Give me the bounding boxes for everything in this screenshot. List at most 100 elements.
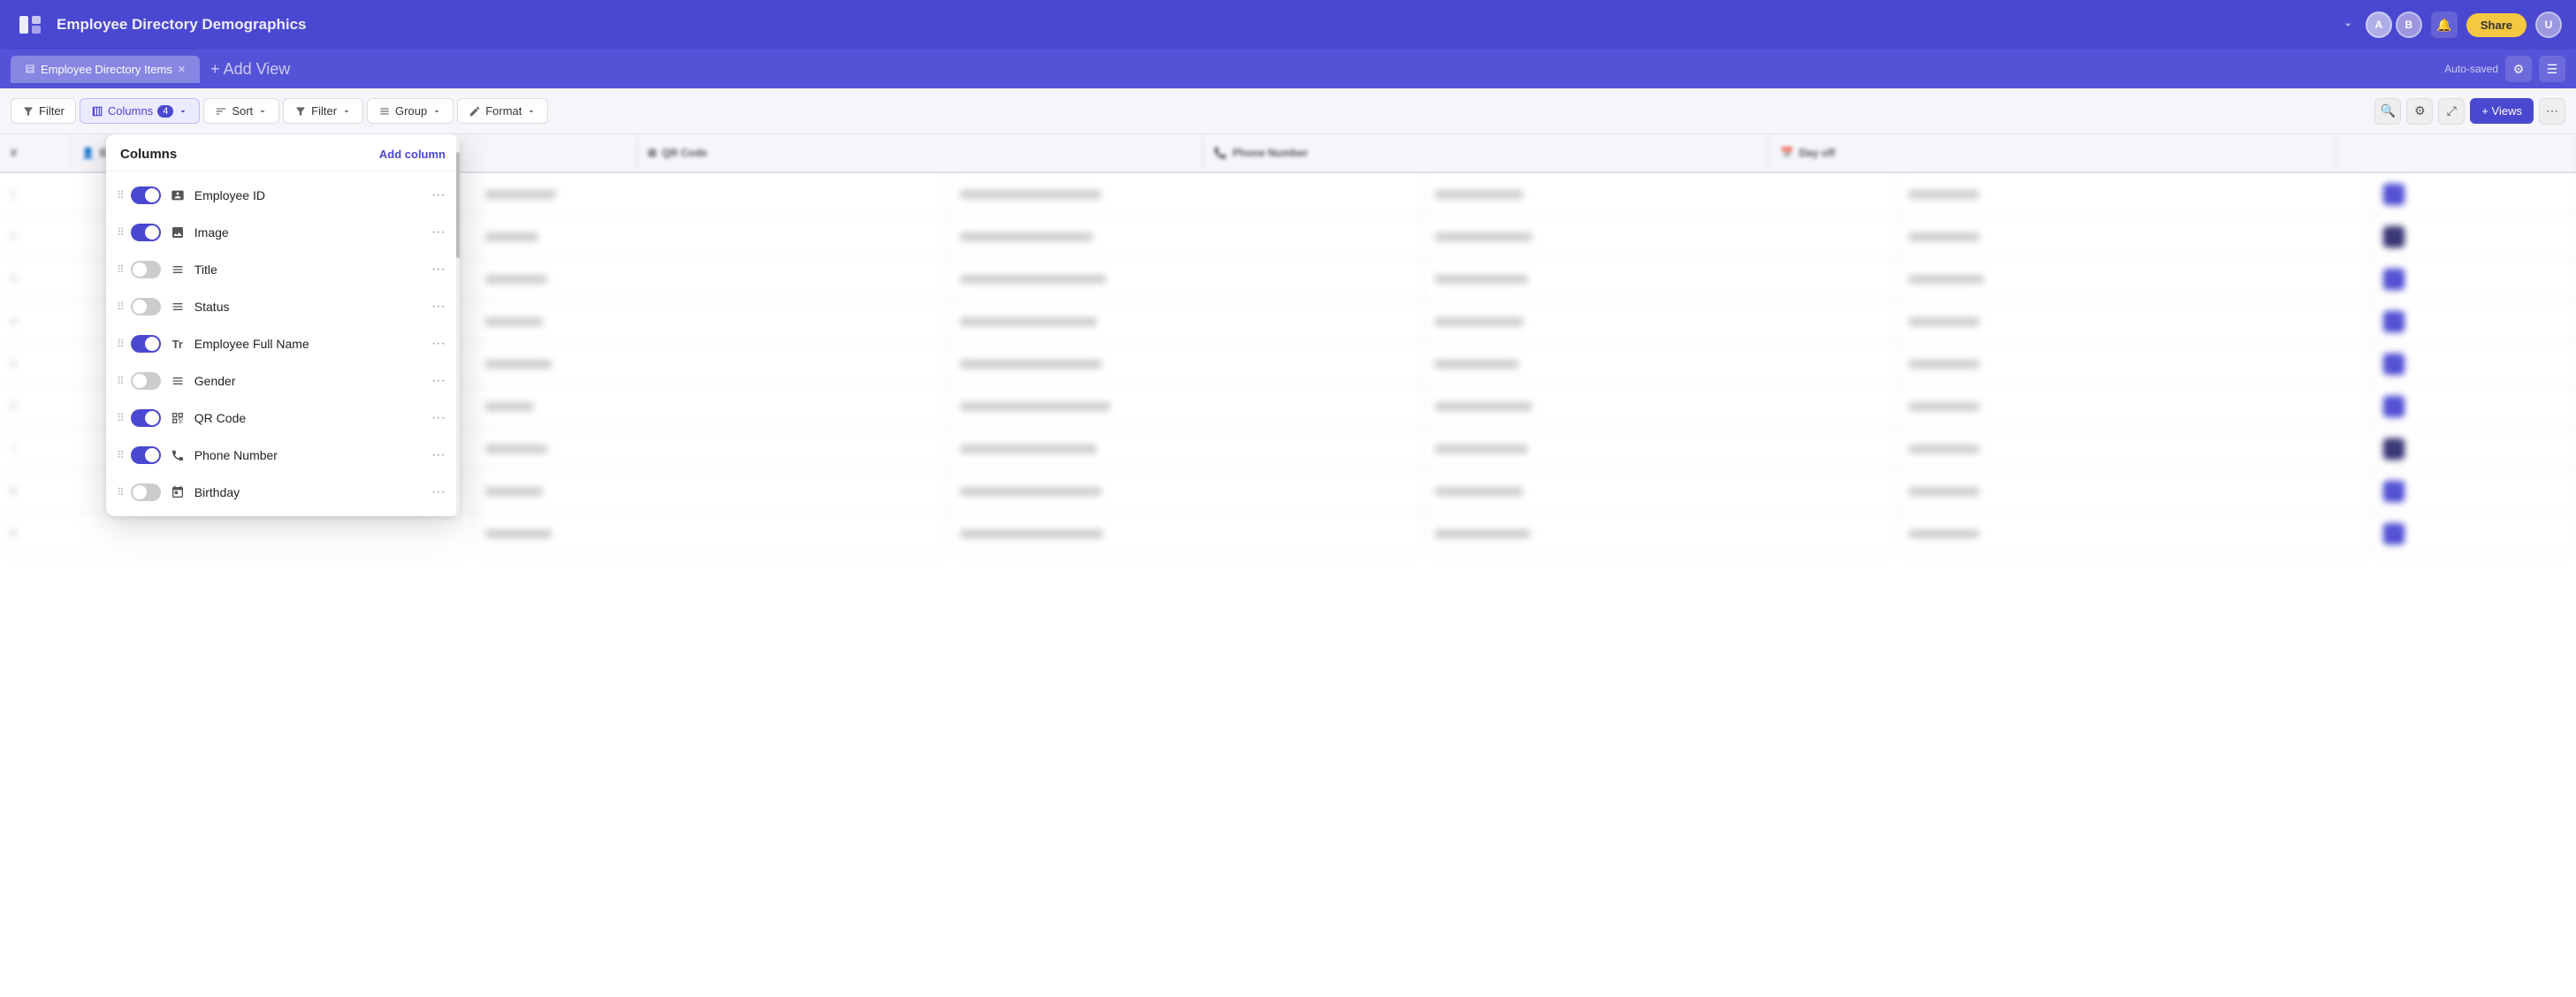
column-item-status[interactable]: ⠿ Status ···	[106, 288, 460, 325]
notifications-icon[interactable]: 🔔	[2431, 11, 2458, 38]
first-name-cell: lorem	[475, 343, 949, 384]
top-bar: Employee Directory Demographics A B 🔔 Sh…	[0, 0, 2576, 49]
chevron-down-icon	[178, 106, 188, 117]
views-button[interactable]: + Views	[2470, 98, 2534, 124]
expand-icon[interactable]: ⤢	[2383, 354, 2405, 375]
tab-close-icon[interactable]: ✕	[178, 64, 186, 75]
more-options-button[interactable]: ···	[428, 369, 449, 392]
filter-button[interactable]: Filter	[11, 98, 76, 124]
table-row: 9 lorem user@example.com 0000000000 01/0…	[0, 513, 2576, 555]
column-item-image[interactable]: ⠿ Image ···	[106, 214, 460, 251]
user-avatar[interactable]: U	[2535, 11, 2562, 38]
filter-icon	[22, 105, 34, 118]
column-item-birthday[interactable]: ⠿ Birthday ···	[106, 474, 460, 511]
columns-button[interactable]: Columns 4	[80, 98, 200, 124]
expand-icon[interactable]: ⤢	[2383, 396, 2405, 417]
add-column-button[interactable]: Add column	[379, 148, 446, 161]
toggle-phone[interactable]	[131, 446, 161, 464]
drag-handle-icon[interactable]: ⠿	[117, 449, 124, 461]
menu-icon[interactable]: ☰	[2539, 56, 2565, 82]
toggle-title[interactable]	[131, 261, 161, 278]
drag-handle-icon[interactable]: ⠿	[117, 189, 124, 202]
share-button[interactable]: Share	[2466, 13, 2526, 37]
date-cell: 01/01/2023	[1898, 343, 2373, 384]
date-cell: 01/01/2023	[1898, 173, 2373, 215]
panel-header: Columns Add column	[106, 134, 460, 171]
column-item-qr-code[interactable]: ⠿ QR Code ···	[106, 400, 460, 437]
phone-cell: 0000000000	[1424, 470, 1899, 512]
add-view-button[interactable]: + Add View	[203, 57, 297, 82]
column-item-gender[interactable]: ⠿ Gender ···	[106, 362, 460, 400]
qr-cell: user@example.com	[949, 216, 1424, 257]
toggle-image[interactable]	[131, 224, 161, 241]
more-options-button[interactable]: ···	[428, 407, 449, 430]
more-options-button[interactable]: ···	[428, 221, 449, 244]
column-item-title[interactable]: ⠿ Title ···	[106, 251, 460, 288]
expand-icon[interactable]: ⤢	[2383, 438, 2405, 460]
column-item-phone-number[interactable]: ⠿ Phone Number ···	[106, 437, 460, 474]
group-button[interactable]: Group	[367, 98, 453, 124]
drag-handle-icon[interactable]: ⠿	[117, 301, 124, 313]
scrollbar-track	[456, 134, 460, 516]
drag-handle-icon[interactable]: ⠿	[117, 412, 124, 424]
main-content: # 👤Employee First Name ⊞QR Code 📞Phone N…	[0, 134, 2576, 997]
drag-handle-icon[interactable]: ⠿	[117, 375, 124, 387]
column-name: Birthday	[194, 485, 421, 499]
toggle-full-name[interactable]	[131, 335, 161, 353]
toggle-employee-id[interactable]	[131, 186, 161, 204]
column-name: Employee Full Name	[194, 337, 421, 351]
toolbar-right: 🔍 ⚙ ⤢ + Views ⋯	[2374, 98, 2565, 125]
action-cell: ⤢	[2373, 258, 2576, 300]
more-toolbar-icon[interactable]: ⋯	[2539, 98, 2565, 125]
expand-icon[interactable]: ⤢	[2383, 481, 2405, 502]
toggle-qr-code[interactable]	[131, 409, 161, 427]
drag-handle-icon[interactable]: ⠿	[117, 486, 124, 498]
column-item-employee-id[interactable]: ⠿ Employee ID ···	[106, 177, 460, 214]
employee-id-icon	[168, 186, 187, 205]
more-options-button[interactable]: ···	[428, 332, 449, 355]
column-item-employee-full-name[interactable]: ⠿ Tr Employee Full Name ···	[106, 325, 460, 362]
toggle-birthday[interactable]	[131, 483, 161, 501]
expand-icon[interactable]: ⤢	[2383, 184, 2405, 205]
toggle-status[interactable]	[131, 298, 161, 316]
table-icon	[25, 64, 35, 74]
more-options-button[interactable]: ···	[428, 295, 449, 318]
columns-badge: 4	[157, 105, 173, 118]
first-name-cell: lorem	[475, 216, 949, 257]
page-title: Employee Directory Demographics	[57, 16, 2330, 34]
drag-handle-icon[interactable]: ⠿	[117, 226, 124, 239]
phone-cell: 0000000000	[1424, 385, 1899, 427]
toggle-gender[interactable]	[131, 372, 161, 390]
scrollbar-thumb[interactable]	[456, 152, 460, 258]
filter-label: Filter	[39, 104, 65, 118]
tab-employee-directory[interactable]: Employee Directory Items ✕	[11, 56, 200, 83]
more-options-button[interactable]: ···	[428, 258, 449, 281]
qr-cell: user@example.com	[949, 428, 1424, 469]
action-cell: ⤢	[2373, 428, 2576, 469]
column-name: Title	[194, 263, 421, 277]
qr-cell: user@example.com	[949, 385, 1424, 427]
sort-button[interactable]: Sort	[203, 98, 279, 124]
more-options-button[interactable]: ···	[428, 481, 449, 504]
expand-icon[interactable]: ⤢	[2383, 311, 2405, 332]
settings-icon[interactable]: ⚙	[2505, 56, 2532, 82]
more-options-button[interactable]: ···	[428, 184, 449, 207]
phone-cell: 0000000000	[1424, 428, 1899, 469]
format-icon	[469, 105, 481, 118]
action-cell: ⤢	[2373, 513, 2576, 554]
expand-icon[interactable]: ⤢	[2383, 523, 2405, 544]
drag-handle-icon[interactable]: ⠿	[117, 338, 124, 350]
drag-handle-icon[interactable]: ⠿	[117, 263, 124, 276]
share-toolbar-icon[interactable]: ⚙	[2406, 98, 2433, 125]
expand-icon[interactable]: ⤢	[2383, 226, 2405, 247]
expand-icon[interactable]: ⤢	[2383, 269, 2405, 290]
format-button[interactable]: Format	[457, 98, 548, 124]
panel-title: Columns	[120, 147, 177, 162]
more-options-button[interactable]: ···	[428, 444, 449, 467]
fullname-icon: Tr	[168, 334, 187, 354]
qr-cell: user@example.com	[949, 343, 1424, 384]
column-name: Employee ID	[194, 188, 421, 202]
filter2-button[interactable]: Filter	[283, 98, 363, 124]
expand-toolbar-icon[interactable]: ⤢	[2438, 98, 2465, 125]
search-toolbar-icon[interactable]: 🔍	[2374, 98, 2401, 125]
